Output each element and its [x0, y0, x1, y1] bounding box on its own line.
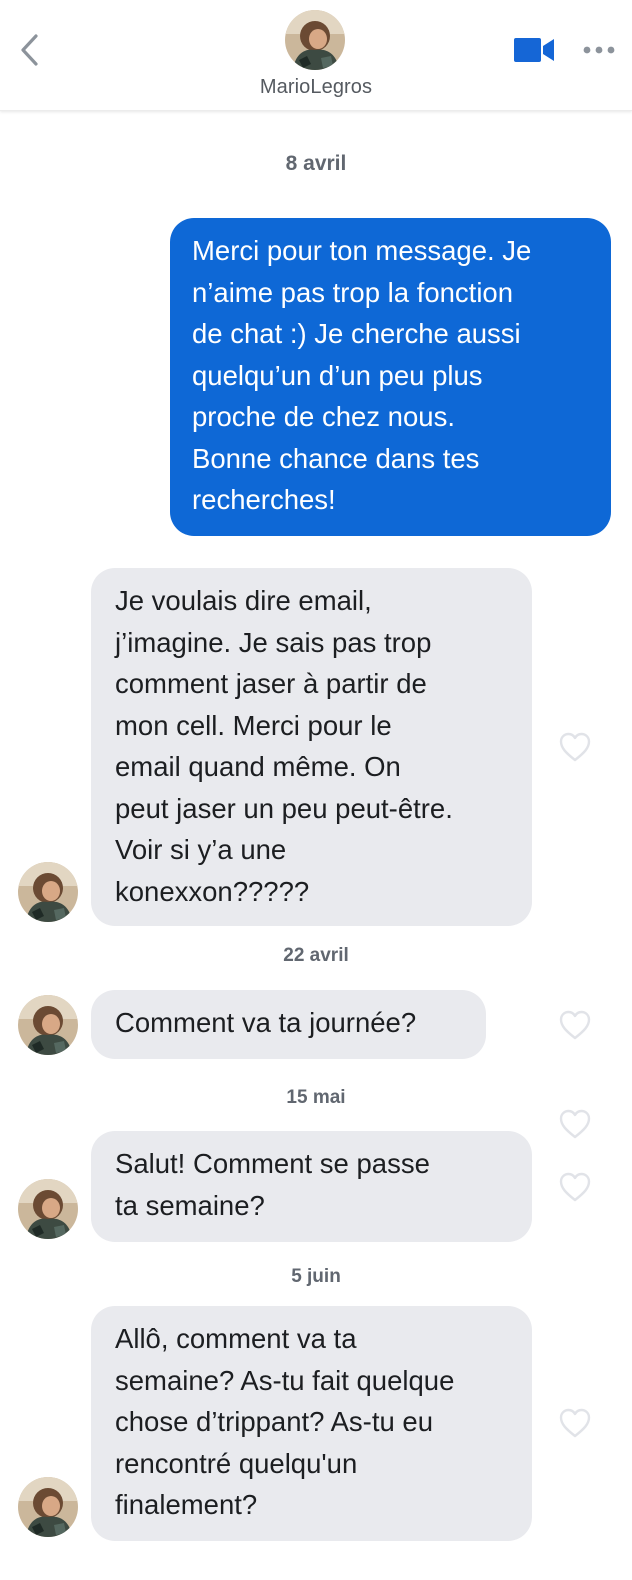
- message-line: quelqu’un d’un peu plus: [192, 359, 483, 391]
- back-button[interactable]: [12, 28, 46, 72]
- message-line: peut jaser un peu peut-être.: [115, 792, 453, 824]
- message-line: rencontré quelqu'un: [115, 1447, 358, 1479]
- message-line: mon cell. Merci pour le: [115, 709, 392, 741]
- incoming-message-bubble[interactable]: Salut! Comment se passe ta semaine?: [91, 1131, 532, 1242]
- message-line: recherches!: [192, 484, 336, 515]
- message-line: finalement?: [115, 1489, 258, 1520]
- incoming-message-bubble[interactable]: Allô, comment va ta semaine? As-tu fait …: [91, 1306, 532, 1541]
- contact-name[interactable]: MarioLegros: [0, 76, 632, 99]
- message-line: chose d’trippant? As-tu eu: [115, 1406, 433, 1437]
- heart-react-icon[interactable]: [558, 1407, 592, 1439]
- message-line: ta semaine?: [115, 1189, 265, 1221]
- incoming-message-bubble[interactable]: Comment va ta journée?: [91, 990, 486, 1059]
- date-separator: 5 juin: [291, 1266, 341, 1287]
- contact-avatar[interactable]: [285, 10, 345, 70]
- message-line: Je voulais dire email,: [115, 585, 372, 616]
- heart-react-icon[interactable]: [558, 1108, 592, 1140]
- message-line: Bonne chance dans tes: [192, 442, 480, 474]
- date-separator: 8 avril: [285, 152, 347, 175]
- message-line: comment jaser à partir de: [115, 668, 427, 699]
- outgoing-message-bubble[interactable]: Merci pour ton message. Je n’aime pas tr…: [170, 218, 611, 536]
- message-line: Merci pour ton message. Je: [192, 235, 532, 266]
- date-separator: 15 mai: [286, 1087, 346, 1108]
- sender-avatar[interactable]: [18, 995, 78, 1055]
- message-line: de chat :) Je cherche aussi: [192, 318, 521, 349]
- message-line: konexxon?????: [115, 875, 310, 907]
- message-line: j’imagine. Je sais pas trop: [115, 626, 432, 658]
- message-line: semaine? As-tu fait quelque: [115, 1364, 455, 1396]
- message-line: n’aime pas trop la fonction: [192, 276, 514, 308]
- heart-react-icon[interactable]: [558, 731, 592, 763]
- sender-avatar[interactable]: [18, 1477, 78, 1537]
- video-camera-icon: [514, 38, 554, 62]
- more-options-icon: [583, 46, 615, 54]
- more-options-button[interactable]: [582, 38, 616, 62]
- message-line: proche de chez nous.: [192, 401, 455, 432]
- incoming-message-bubble[interactable]: Je voulais dire email, j’imagine. Je sai…: [91, 568, 532, 926]
- message-line: Allô, comment va ta: [115, 1323, 357, 1354]
- chevron-left-icon: [21, 34, 38, 66]
- heart-react-icon[interactable]: [558, 1009, 592, 1041]
- message-line: Voir si y’a une: [115, 834, 287, 865]
- message-line: email quand même. On: [115, 751, 401, 782]
- message-line: Comment va ta journée?: [115, 1007, 417, 1038]
- heart-react-icon[interactable]: [558, 1171, 592, 1203]
- message-line: Salut! Comment se passe: [115, 1148, 430, 1179]
- video-call-button[interactable]: [513, 35, 557, 65]
- sender-avatar[interactable]: [18, 862, 78, 922]
- date-separator: 22 avril: [283, 945, 349, 966]
- conversation-header: MarioLegros: [0, 0, 632, 111]
- sender-avatar[interactable]: [18, 1179, 78, 1239]
